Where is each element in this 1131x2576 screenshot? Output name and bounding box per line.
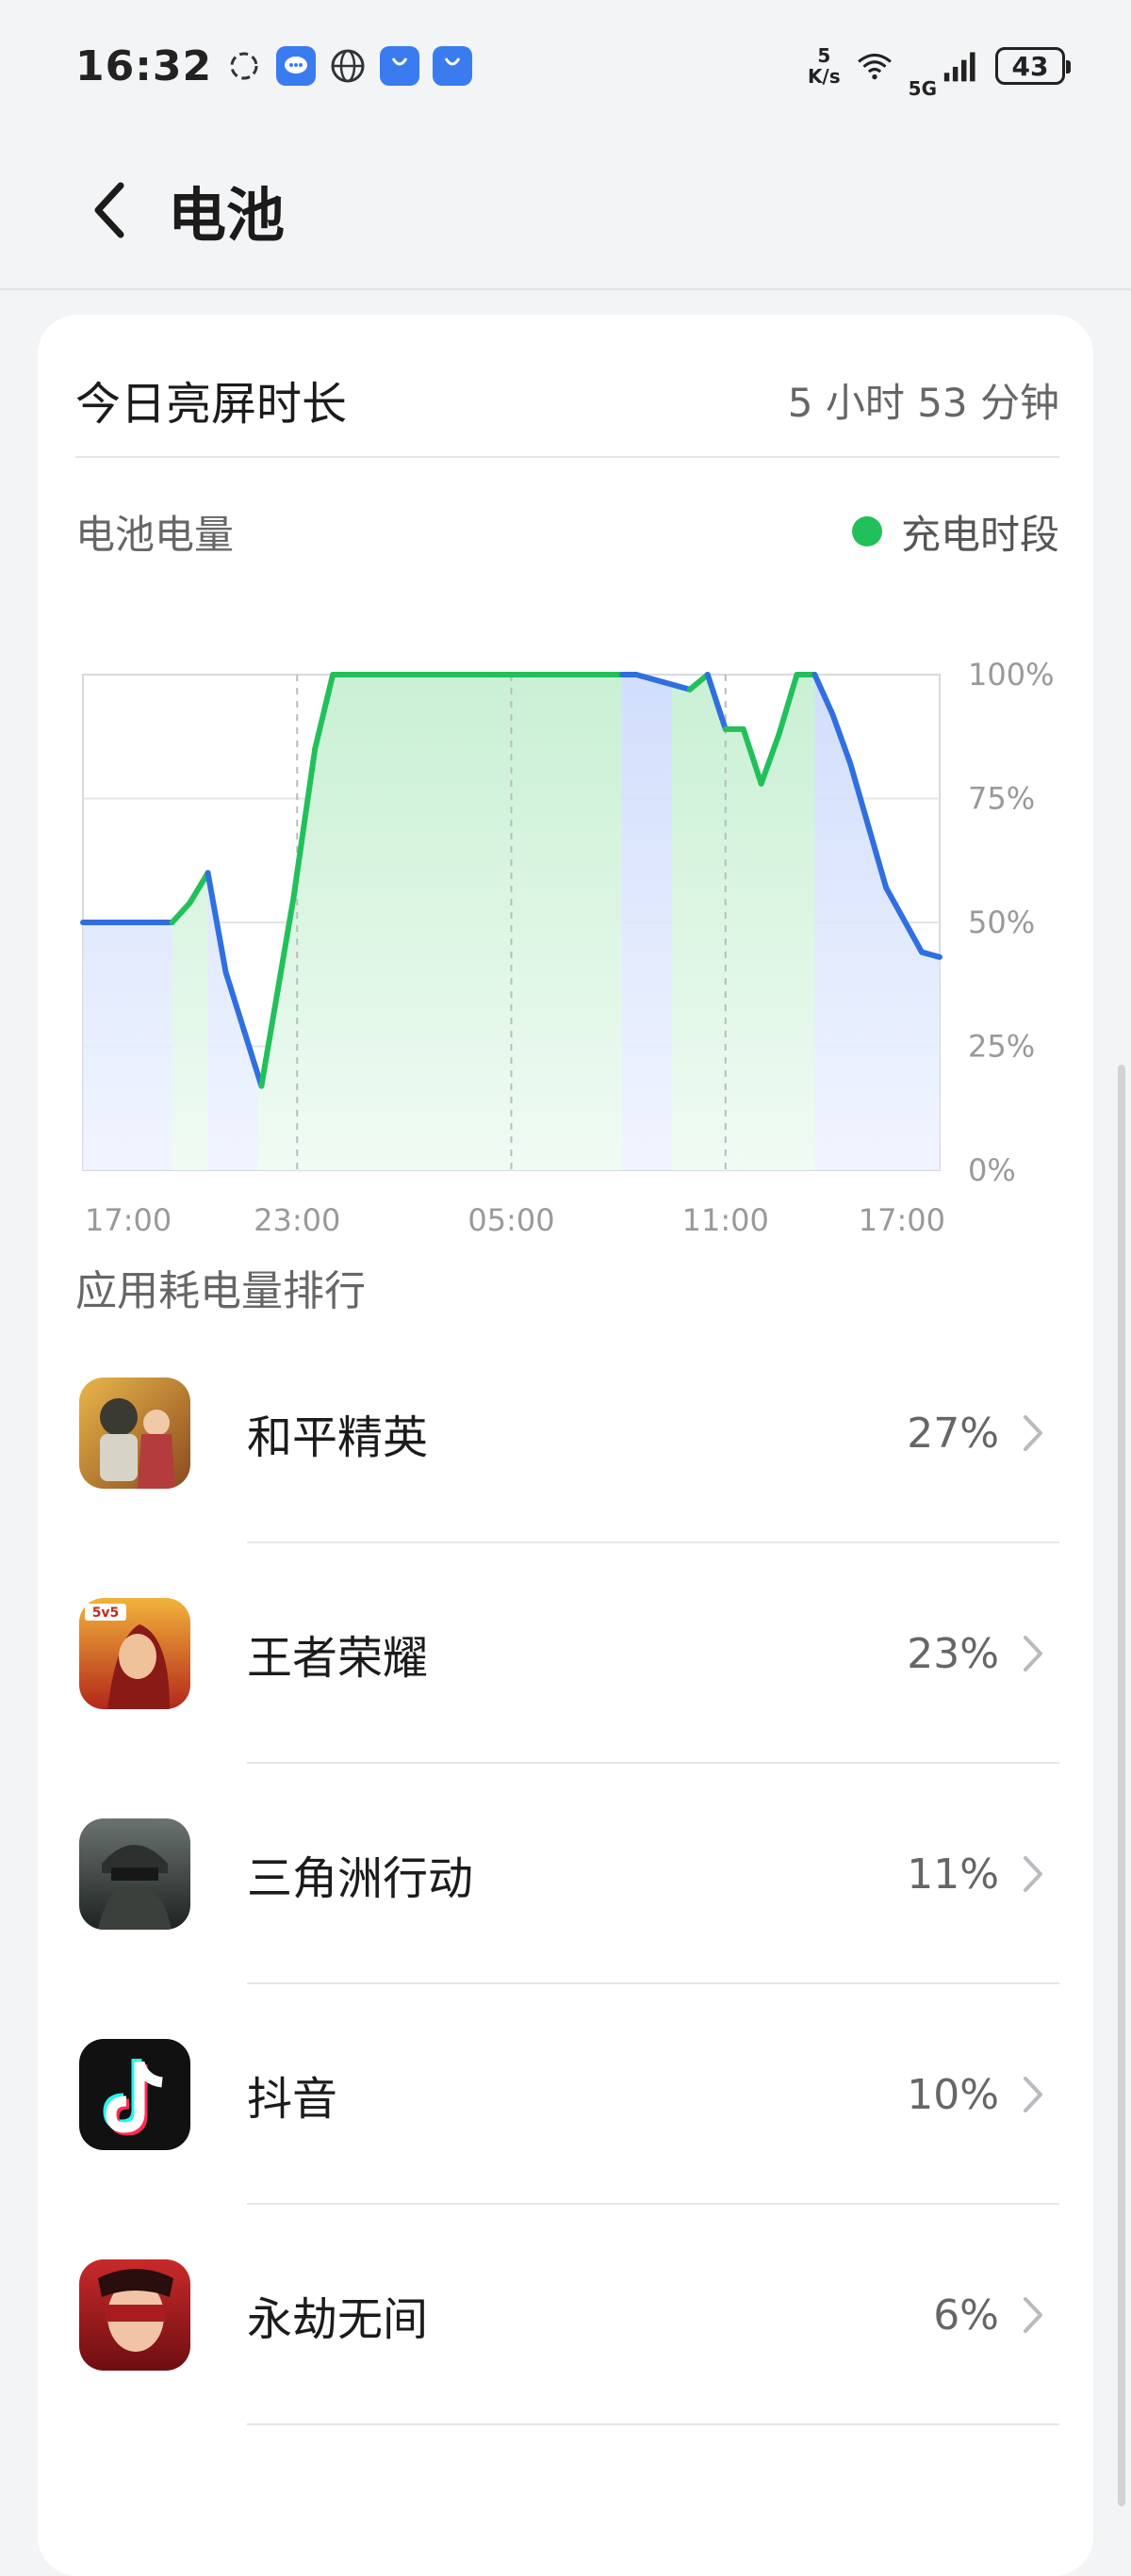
x-tick-label: 17:00 xyxy=(859,1202,945,1238)
screen-time-label: 今日亮屏时长 xyxy=(75,378,348,431)
chevron-left-icon xyxy=(94,182,124,238)
x-tick-label: 05:00 xyxy=(467,1202,554,1238)
status-bar: 16:32 5 K/s 5G 43 xyxy=(0,0,1131,132)
honor-of-kings-icon: 5v5 xyxy=(79,1598,190,1709)
y-tick-label: 0% xyxy=(968,1152,1016,1188)
charging-period-band xyxy=(671,675,744,1170)
net-speed-value: 5 xyxy=(817,44,831,67)
app-ranking-list: 和平精英 27% 5v5 王者荣耀 23% 三角洲行动 11% 抖音 10% 永劫无间 6% xyxy=(38,1323,1093,2425)
battery-card: 今日亮屏时长 5 小时 53 分钟 电池电量 充电时段 100% 75% 50% 25… xyxy=(38,315,1093,2576)
screen-time-value: 5 小时 53 分钟 xyxy=(787,379,1059,426)
net-speed-unit: K/s xyxy=(807,65,841,88)
app-store-icon xyxy=(380,46,420,86)
page-title: 电池 xyxy=(168,181,286,250)
app-name: 王者荣耀 xyxy=(247,1632,429,1685)
x-tick-label: 23:00 xyxy=(254,1202,340,1238)
sync-icon xyxy=(225,47,263,85)
app-row[interactable]: 永劫无间 6% xyxy=(38,2205,1093,2425)
app-row[interactable]: 三角洲行动 11% xyxy=(38,1764,1093,1984)
app-name: 永劫无间 xyxy=(247,2293,429,2346)
app-row[interactable]: 和平精英 27% xyxy=(38,1323,1093,1543)
svg-text:5v5: 5v5 xyxy=(92,1606,120,1621)
scrollbar[interactable] xyxy=(1118,1065,1125,2506)
y-tick-label: 50% xyxy=(968,905,1035,940)
chevron-right-icon xyxy=(1024,2297,1042,2333)
app-percent: 23% xyxy=(907,1629,999,1678)
status-time: 16:32 xyxy=(75,41,213,90)
chevron-right-icon xyxy=(1024,1415,1042,1451)
y-tick-label: 75% xyxy=(968,781,1035,817)
app-name: 三角洲行动 xyxy=(247,1852,474,1905)
app-row[interactable]: 5v5 王者荣耀 23% xyxy=(38,1543,1093,1764)
chevron-right-icon xyxy=(1024,1636,1042,1671)
back-button[interactable] xyxy=(62,163,156,257)
battery-level: 43 xyxy=(1011,50,1049,82)
pubg-mobile-icon xyxy=(79,1378,190,1489)
app-percent: 6% xyxy=(933,2291,999,2340)
battery-level-label: 电池电量 xyxy=(75,511,235,558)
charging-legend-label: 充电时段 xyxy=(900,511,1059,558)
app-name: 和平精英 xyxy=(247,1411,429,1464)
status-right: 5 K/s 5G 43 xyxy=(808,32,1071,100)
app-row[interactable]: 抖音 10% xyxy=(38,1984,1093,2205)
app-ranking-title: 应用耗电量排行 xyxy=(75,1267,366,1315)
page-header: 电池 xyxy=(0,132,1131,290)
battery-level-header: 电池电量 充电时段 xyxy=(75,494,1059,569)
status-left: 16:32 xyxy=(75,41,473,90)
chevron-right-icon xyxy=(1024,1856,1042,1892)
app-name: 抖音 xyxy=(247,2073,338,2126)
chevron-right-icon xyxy=(1024,2077,1042,2112)
screen-time-row[interactable]: 今日亮屏时长 5 小时 53 分钟 xyxy=(75,343,1059,458)
x-tick-label: 17:00 xyxy=(85,1202,172,1238)
app-store-icon-2 xyxy=(433,46,473,86)
app-percent: 11% xyxy=(907,1850,999,1899)
x-tick-label: 11:00 xyxy=(682,1202,769,1238)
naraka-icon xyxy=(79,2259,190,2371)
charging-legend-dot xyxy=(851,516,882,546)
signal-icon xyxy=(942,47,980,85)
app-percent: 27% xyxy=(907,1409,999,1458)
charging-legend: 充电时段 xyxy=(851,503,1059,561)
battery-level-chart[interactable]: 100% 75% 50% 25% 0% 17:00 23:00 05:00 11:00 17:00 xyxy=(38,635,1093,1257)
net-speed: 5 K/s xyxy=(808,45,841,87)
y-tick-label: 25% xyxy=(968,1029,1035,1065)
network-type: 5G xyxy=(908,77,937,100)
app-percent: 10% xyxy=(907,2070,999,2119)
douyin-icon xyxy=(79,2039,190,2150)
y-tick-label: 100% xyxy=(968,657,1054,693)
wifi-icon xyxy=(856,47,893,85)
battery-indicator: 43 xyxy=(995,47,1071,85)
delta-force-icon xyxy=(79,1818,190,1930)
globe-icon xyxy=(329,47,367,85)
message-icon xyxy=(276,46,317,86)
row-divider xyxy=(247,2423,1059,2425)
